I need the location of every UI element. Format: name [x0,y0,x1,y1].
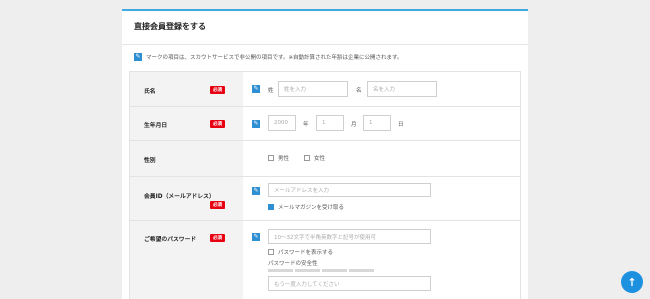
name-label-cell: 氏名 必須 [130,72,243,106]
birth-month-input[interactable]: 1 [316,115,344,131]
checkbox[interactable] [268,155,274,161]
scroll-top-button[interactable]: ↑ [621,271,643,293]
page-title: 直接会員登録をする [122,11,528,45]
strength-bar [349,269,374,272]
sei-label: 姓 [268,88,274,94]
checkbox[interactable] [268,249,274,255]
birth-day-input[interactable]: 1 [363,115,391,131]
birth-label-cell: 生年月日 必須 [130,107,243,140]
pencil-icon: ✎ [252,233,260,241]
month-unit: 月 [351,122,357,128]
gender-label-cell: 性別 [130,141,243,176]
email-label: 会員ID（メールアドレス） [144,194,215,200]
gender-male-option[interactable]: 男性 [268,154,289,162]
password-label: ご希望のパスワード [144,237,197,243]
birth-content: ✎ 2000 年 1 月 1 日 [243,107,520,140]
registration-form: 氏名 必須 ✎ 姓 姓を入力 名 名を入力 生年月日 必須 ✎ 2000 年 1 [129,71,521,299]
notice: ✎ マークの項目は、スカウトサービスで非公開の項目です。※自動計算された年齢は企… [122,45,528,69]
strength-bar [322,269,347,272]
gender-label: 性別 [144,158,156,164]
mei-input[interactable]: 名を入力 [367,81,437,97]
notice-text: マークの項目は、スカウトサービスで非公開の項目です。※自動計算された年齢は企業に… [146,55,403,61]
registration-card: 直接会員登録をする ✎ マークの項目は、スカウトサービスで非公開の項目です。※自… [122,9,528,299]
gender-content: 男性 女性 [243,141,520,176]
password-content: ✎ 10～32文字で半角英数字と記号が使用可 パスワードを表示する パスワードの… [243,221,520,299]
arrow-up-icon: ↑ [627,275,637,289]
birth-label: 生年月日 [144,123,168,129]
strength-bar [268,269,293,272]
birth-year-input[interactable]: 2000 [268,115,296,131]
row-gender: 性別 男性 女性 [130,141,520,177]
day-unit: 日 [398,122,404,128]
name-content: ✎ 姓 姓を入力 名 名を入力 [243,72,520,106]
password-strength-meter [268,269,376,272]
pencil-icon: ✎ [252,187,260,195]
row-password: ご希望のパスワード 必須 ✎ 10～32文字で半角英数字と記号が使用可 パスワー… [130,221,520,299]
pencil-icon: ✎ [252,120,260,128]
checkbox[interactable] [304,155,310,161]
gender-male-label: 男性 [278,156,290,162]
password-strength-label: パスワードの安全性 [268,261,318,267]
checkbox[interactable] [268,204,274,210]
password-confirm-input[interactable]: もう一度入力してください [268,276,431,291]
magazine-label: メールマガジンを受け取る [278,205,345,211]
sei-input[interactable]: 姓を入力 [278,81,348,97]
show-password-option[interactable]: パスワードを表示する [268,248,333,256]
show-password-label: パスワードを表示する [278,250,334,256]
required-badge: 必須 [210,234,225,242]
pencil-icon: ✎ [134,53,142,61]
email-input[interactable]: メールアドレスを入力 [268,183,431,197]
required-badge: 必須 [210,201,225,209]
email-content: ✎ メールアドレスを入力 メールマガジンを受け取る [243,177,520,220]
strength-bar [295,269,320,272]
pencil-icon: ✎ [252,85,260,93]
row-birth: 生年月日 必須 ✎ 2000 年 1 月 1 日 [130,107,520,141]
year-unit: 年 [303,122,309,128]
magazine-option[interactable]: メールマガジンを受け取る [268,203,344,211]
gender-female-label: 女性 [314,156,326,162]
required-badge: 必須 [210,120,225,128]
gender-female-option[interactable]: 女性 [304,154,325,162]
password-input[interactable]: 10～32文字で半角英数字と記号が使用可 [268,229,431,244]
required-badge: 必須 [210,86,225,94]
mei-label: 名 [356,88,362,94]
name-label: 氏名 [144,89,156,95]
password-label-cell: ご希望のパスワード 必須 [130,221,243,299]
row-email: 会員ID（メールアドレス） 必須 ✎ メールアドレスを入力 メールマガジンを受け… [130,177,520,221]
email-label-cell: 会員ID（メールアドレス） 必須 [130,177,243,220]
row-name: 氏名 必須 ✎ 姓 姓を入力 名 名を入力 [130,72,520,107]
